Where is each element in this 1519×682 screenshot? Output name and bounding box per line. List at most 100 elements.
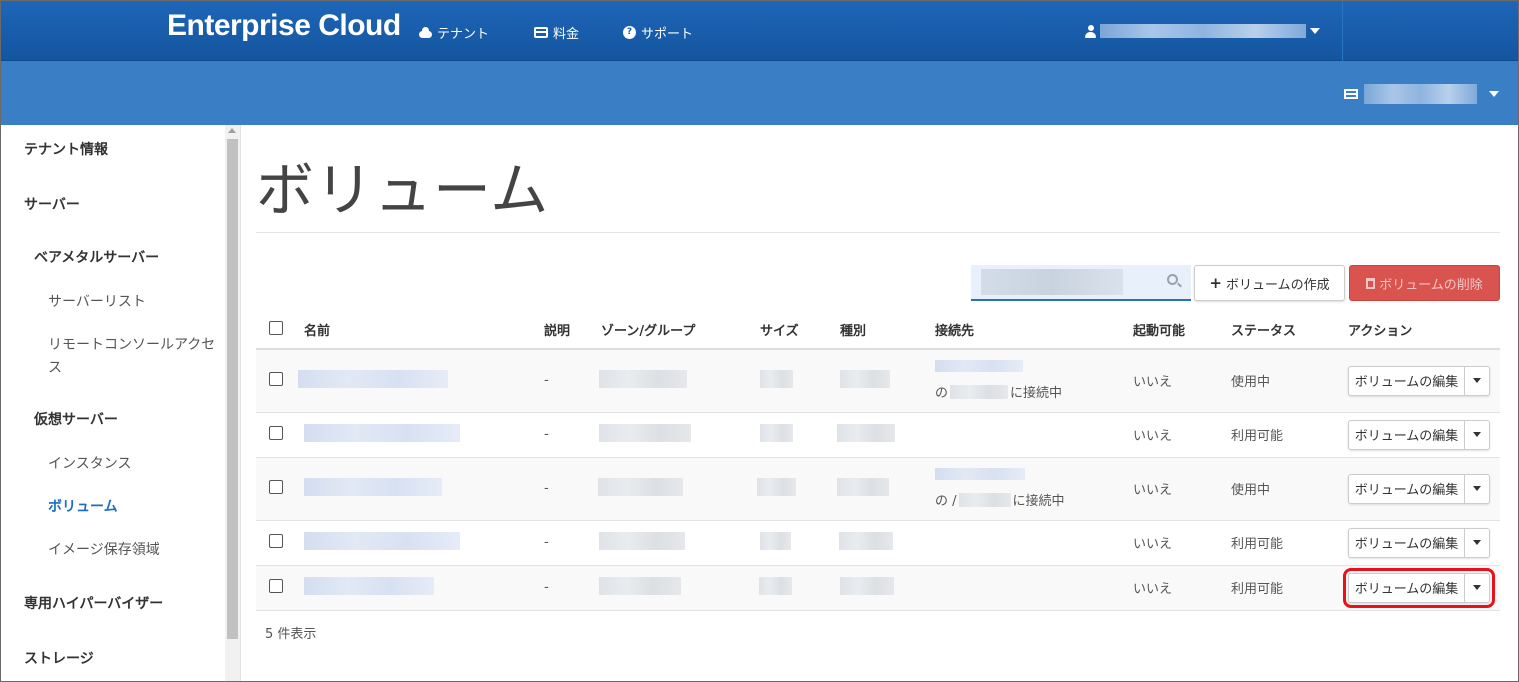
- volume-zone: [599, 576, 681, 595]
- sidebar-item-dedicated-hypervisor[interactable]: 専用ハイパーバイザー: [24, 593, 163, 613]
- table-row: - いいえ 利用可能 ボリュームの編集: [256, 564, 1500, 610]
- volume-size: [760, 369, 793, 388]
- edit-volume-button-group: ボリュームの編集: [1348, 365, 1490, 396]
- volume-type: [837, 477, 889, 496]
- select-all-checkbox[interactable]: [269, 320, 283, 335]
- search-icon[interactable]: [1167, 274, 1178, 285]
- volume-status: 利用可能: [1231, 564, 1348, 610]
- volume-status: 利用可能: [1231, 411, 1348, 457]
- volume-zone: [599, 423, 691, 442]
- edit-volume-button[interactable]: ボリュームの編集: [1349, 528, 1465, 557]
- username-redacted: [1100, 24, 1306, 38]
- cloud-icon: [419, 26, 432, 39]
- sidebar-item-remote-console[interactable]: リモートコンソールアクセス: [48, 334, 218, 380]
- volume-bootable: いいえ: [1133, 456, 1231, 520]
- volume-description: -: [544, 411, 601, 457]
- nav-tenant[interactable]: テナント: [419, 23, 489, 42]
- sidebar-item-server-list[interactable]: サーバーリスト: [48, 291, 218, 314]
- volume-type: [839, 531, 893, 550]
- volume-name-link[interactable]: [304, 576, 434, 595]
- project-selector[interactable]: [1344, 84, 1499, 104]
- sidebar-item-virtual-server[interactable]: 仮想サーバー: [34, 409, 118, 429]
- action-dropdown-toggle[interactable]: [1465, 421, 1489, 449]
- column-header-zone[interactable]: ゾーン/グループ: [601, 311, 760, 350]
- sidebar-item-instances[interactable]: インスタンス: [48, 453, 218, 476]
- action-dropdown-toggle[interactable]: [1465, 475, 1489, 503]
- chevron-down-icon: [1473, 585, 1481, 590]
- volume-description: -: [544, 564, 601, 610]
- row-checkbox[interactable]: [269, 578, 283, 593]
- chevron-down-icon: [1473, 486, 1481, 491]
- edit-volume-button[interactable]: ボリュームの編集: [1349, 474, 1465, 503]
- scroll-up-arrow-icon[interactable]: [228, 128, 236, 133]
- chevron-down-icon: [1473, 540, 1481, 545]
- connection-server-link[interactable]: [935, 360, 1023, 373]
- nav-billing-label: 料金: [553, 27, 580, 42]
- volume-bootable: いいえ: [1133, 564, 1231, 610]
- edit-volume-button[interactable]: ボリュームの編集: [1349, 573, 1465, 602]
- action-dropdown-toggle[interactable]: [1465, 367, 1489, 395]
- edit-volume-button-group: ボリュームの編集: [1348, 419, 1490, 450]
- nav-support[interactable]: ? サポート: [623, 23, 693, 42]
- edit-volume-button-group-highlighted: ボリュームの編集: [1343, 567, 1495, 608]
- delete-volume-button[interactable]: ボリュームの削除: [1349, 265, 1500, 301]
- sidebar-item-tenant-info[interactable]: テナント情報: [24, 139, 108, 159]
- sidebar-item-baremetal[interactable]: ベアメタルサーバー: [34, 247, 159, 267]
- column-header-size[interactable]: サイズ: [760, 311, 840, 350]
- column-header-type[interactable]: 種別: [840, 311, 935, 350]
- brand-logo[interactable]: Enterprise Cloud: [167, 9, 401, 43]
- chevron-down-icon: [1473, 378, 1481, 384]
- sidebar-item-server[interactable]: サーバー: [24, 194, 80, 214]
- nav-billing[interactable]: 料金: [534, 23, 579, 42]
- table-header-row: 名前 説明 ゾーン/グループ サイズ 種別 接続先 起動可能 ステータス アクシ…: [256, 311, 1500, 350]
- search-input[interactable]: [971, 265, 1161, 299]
- volume-status: 使用中: [1231, 456, 1348, 520]
- project-name-redacted: [1364, 84, 1477, 104]
- volume-bootable: いいえ: [1133, 411, 1231, 457]
- edit-volume-button[interactable]: ボリュームの編集: [1349, 366, 1465, 395]
- action-dropdown-toggle[interactable]: [1465, 574, 1489, 602]
- plus-icon: +: [1209, 274, 1222, 292]
- app-window: Enterprise Cloud テナント 料金 ? サポート テナント情報 サ…: [0, 0, 1519, 682]
- row-checkbox[interactable]: [269, 425, 283, 440]
- search-box[interactable]: [971, 265, 1191, 301]
- column-header-description[interactable]: 説明: [544, 311, 601, 350]
- column-header-connection[interactable]: 接続先: [935, 311, 1133, 350]
- volume-name-link[interactable]: [298, 369, 448, 388]
- sidebar-scrollbar[interactable]: [225, 125, 240, 681]
- row-checkbox[interactable]: [269, 533, 283, 548]
- sidebar-item-image-storage[interactable]: イメージ保存領域: [48, 539, 218, 562]
- user-menu[interactable]: [1085, 24, 1320, 38]
- volume-name-link[interactable]: [304, 423, 460, 442]
- edit-volume-button-group: ボリュームの編集: [1348, 527, 1490, 558]
- row-checkbox[interactable]: [269, 371, 283, 386]
- volume-status: 利用可能: [1231, 519, 1348, 565]
- volume-size: [759, 576, 792, 595]
- volume-type: [840, 369, 890, 388]
- sidebar-item-volumes[interactable]: ボリューム: [48, 496, 218, 519]
- volume-name-link[interactable]: [304, 531, 460, 550]
- create-volume-button[interactable]: + ボリュームの作成: [1194, 265, 1345, 301]
- volume-type: [837, 423, 895, 442]
- column-header-name[interactable]: 名前: [304, 311, 544, 350]
- column-header-bootable[interactable]: 起動可能: [1133, 311, 1231, 350]
- row-checkbox[interactable]: [269, 479, 283, 494]
- volume-name-link[interactable]: [304, 477, 442, 496]
- volume-zone: [599, 369, 687, 388]
- sidebar-item-storage[interactable]: ストレージ: [24, 648, 94, 668]
- volume-zone: [599, 531, 685, 550]
- column-header-status[interactable]: ステータス: [1231, 311, 1348, 350]
- edit-volume-button[interactable]: ボリュームの編集: [1349, 420, 1465, 449]
- volume-size: [757, 477, 796, 496]
- volume-description: -: [544, 519, 601, 565]
- nav-support-label: サポート: [641, 27, 694, 42]
- volume-bootable: いいえ: [1133, 348, 1231, 412]
- user-icon: [1085, 24, 1096, 38]
- connection-server-link[interactable]: [935, 468, 1025, 480]
- table-row: - の / に接続中 いいえ 使用中 ボリュームの編集: [256, 456, 1500, 520]
- action-dropdown-toggle[interactable]: [1465, 529, 1489, 557]
- volume-size: [760, 531, 791, 550]
- volume-description: -: [544, 456, 601, 520]
- volume-status: 使用中: [1231, 348, 1348, 412]
- scroll-thumb[interactable]: [227, 139, 238, 639]
